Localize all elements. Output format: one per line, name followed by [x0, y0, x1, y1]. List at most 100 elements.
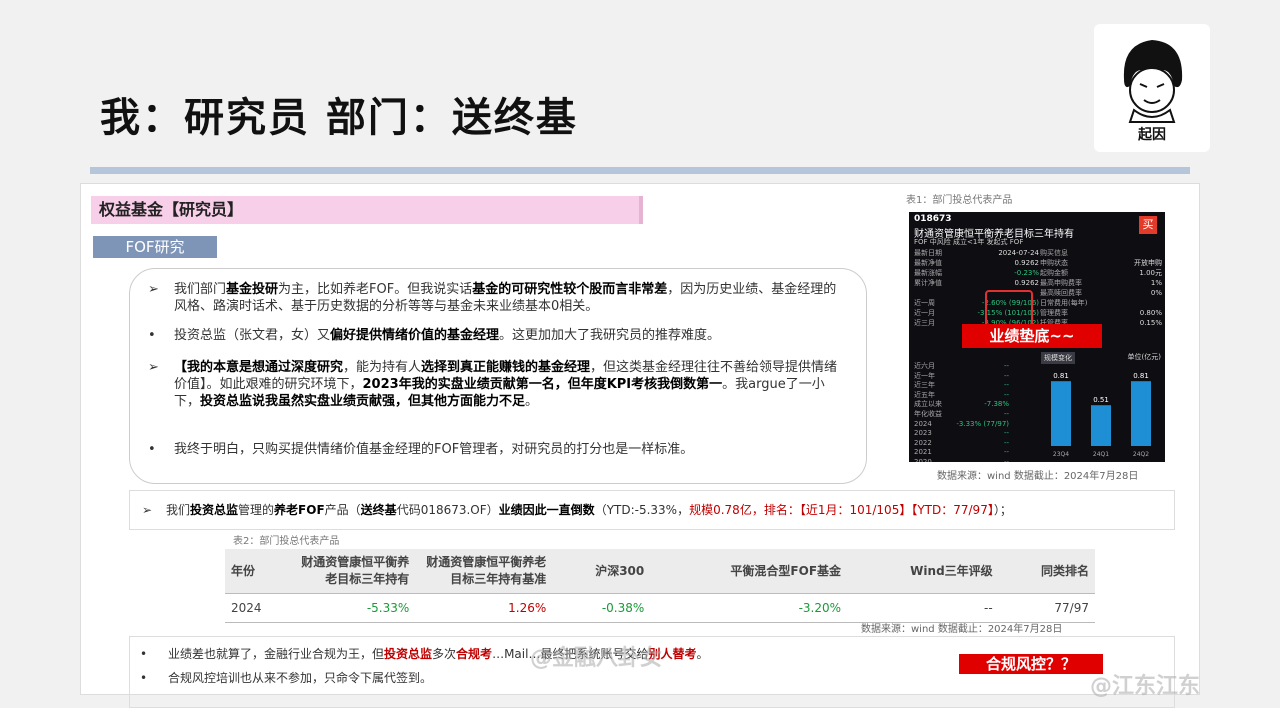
table-header: 年份 — [225, 549, 294, 594]
summary-bold: 投资总监 — [190, 503, 239, 517]
chart-category-label: 24Q2 — [1133, 451, 1149, 458]
stat-label: 近六月 — [914, 362, 935, 370]
stat-value: 2024-07-24 — [998, 249, 1039, 257]
arrow-icon: ➢ — [148, 282, 159, 297]
stat-value: -- — [1003, 371, 1009, 380]
stat-label: 最高赎回费率 — [1040, 289, 1082, 297]
bullet-item: ➢ 我们部门基金投研为主，比如养老FOF。但我说实话基金的可研究性较个股而言非常… — [148, 281, 848, 315]
stat-row: 申购状态 开放申购 — [1040, 258, 1162, 268]
table-header: Wind三年评级 — [847, 549, 999, 594]
summary-text: ）； — [993, 503, 1012, 517]
bottom-text: …Mail — [492, 647, 529, 661]
stat-row: 近六月 -- — [914, 362, 1009, 372]
table1-source: 数据来源：wind 数据截止：2024年7月28日 — [937, 471, 1139, 482]
stat-value: 0.15% — [1139, 319, 1162, 327]
stat-label: 2021 — [914, 448, 932, 457]
stat-row: 近三年 -- — [914, 381, 1009, 391]
dot-icon: • — [140, 647, 148, 661]
bottom-bold: 合规考 — [456, 647, 493, 661]
buy-button[interactable]: 买 — [1139, 216, 1157, 234]
stat-label: 2023 — [914, 429, 932, 438]
table-cell: -0.38% — [552, 593, 651, 623]
fund-code: 018673 — [914, 214, 952, 224]
stat-row: 最新净值 0.9262 — [914, 258, 1039, 268]
section-header: 权益基金【研究员】 — [91, 196, 643, 224]
summary-text: 产品（ — [324, 503, 361, 517]
bullet-bold: 【我的本意是想通过深度研究 — [174, 360, 344, 375]
bullet-text: 投资总监（张文君，女）又 — [174, 328, 331, 343]
stat-label: 最高申购费率 — [1040, 279, 1082, 287]
bottom-text: 。 — [696, 647, 709, 661]
fund-tags: FOF 中风险 成立<1年 发起式 FOF — [914, 238, 1024, 246]
table-header: 财通资管康恒平衡养老目标三年持有基准 — [415, 549, 553, 594]
stat-value: -- — [1003, 409, 1009, 418]
stat-value: -- — [1003, 438, 1009, 447]
chart-value-label: 0.81 — [1133, 372, 1149, 380]
summary-text: 管理的 — [238, 503, 275, 517]
bullet-bold: 2023年我的实盘业绩贡献第一名，但年度KPI考核我倒数第一 — [362, 377, 723, 392]
stat-label: 近一月 — [914, 309, 935, 317]
divider — [90, 167, 1190, 174]
summary-red: 【近1月：101/105】 — [799, 503, 912, 517]
stat-label: 累计净值 — [914, 279, 942, 287]
stat-row: 起购金额 1.00元 — [1040, 268, 1162, 278]
stat-label: 申购状态 — [1040, 259, 1068, 267]
stat-label: 购买信息 — [1040, 249, 1068, 257]
summary-red: 【YTD：77/97】 — [911, 503, 994, 517]
table-row: 2024 -5.33% 1.26% -0.38% -3.20% -- 77/97 — [225, 593, 1095, 623]
stat-row: 最新涨幅 -0.23% — [914, 268, 1039, 278]
summary-bold: 业绩因此一直倒数 — [498, 503, 595, 517]
table2-source: 数据来源：wind 数据截止：2024年7月28日 — [861, 624, 1063, 635]
chart-tab[interactable]: 规模变化 — [1041, 352, 1075, 364]
stat-value: 0.80% — [1139, 309, 1162, 317]
stat-label: 起购金额 — [1040, 269, 1068, 277]
watermark: @江东江东 — [1090, 674, 1201, 699]
bullet-bold: 投资总监说我虽然实盘业绩贡献强，但其他方面能力不足 — [200, 394, 526, 409]
chart-bar — [1091, 405, 1111, 446]
bottom-bold: 投资总监 — [384, 647, 433, 661]
stat-label: 近五年 — [914, 390, 935, 399]
compliance-label: 合规风控？？ — [959, 654, 1103, 674]
bullet-item: ➢ 【我的本意是想通过深度研究，能为持有人选择到真正能赚钱的基金经理，但这类基金… — [148, 359, 848, 410]
bullet-text: 我们部门 — [174, 282, 227, 297]
dot-icon: • — [148, 442, 156, 457]
chart-value-label: 0.51 — [1093, 396, 1109, 404]
stat-row: 2023 -- — [914, 429, 1009, 439]
stat-value: -7.38% — [984, 400, 1009, 409]
table-header: 同类排名 — [998, 549, 1095, 594]
slide-image: 权益基金【研究员】 FOF研究 ➢ 我们部门基金投研为主，比如养老FOF。但我说… — [80, 183, 1200, 708]
bullet-bold: 基金的可研究性较个股而言非常差 — [472, 282, 668, 297]
bullet-text: 。 — [525, 394, 539, 409]
arrow-icon: ➢ — [148, 360, 159, 375]
stat-value: 开放申购 — [1134, 259, 1162, 267]
table-cell: 1.26% — [415, 593, 553, 623]
chart-category-label: 23Q4 — [1053, 451, 1069, 458]
bullet-bold: 偏好提供情绪价值的基金经理 — [330, 328, 500, 343]
bottom-text: 业绩差也就算了，金融行业合规为王，但 — [168, 647, 385, 661]
stat-row: 近一年 -- — [914, 372, 1009, 382]
stat-label: 日常费用(每年) — [1040, 299, 1088, 307]
bullet-bold: 基金投研 — [226, 282, 279, 297]
dot-icon: • — [148, 328, 156, 343]
arrow-icon: ➢ — [142, 503, 153, 517]
table-cell: -3.20% — [650, 593, 848, 623]
table-cell: 2024 — [225, 593, 294, 623]
scale-chart: 0.81 23Q4 0.51 24Q1 0.81 24Q2 — [1051, 372, 1151, 458]
summary-bold: 送终基 — [360, 503, 397, 517]
stat-label: 近三年 — [914, 381, 935, 390]
bottom-bold: 替考 — [672, 647, 697, 661]
summary-bold: 养老FOF — [274, 503, 325, 517]
stat-row: 近五年 -- — [914, 391, 1009, 401]
bullet-panel: ➢ 我们部门基金投研为主，比如养老FOF。但我说实话基金的可研究性较个股而言非常… — [129, 268, 867, 484]
stat-value: -- — [1003, 457, 1009, 462]
table-header: 平衡混合型FOF基金 — [650, 549, 848, 594]
chart-value-label: 0.81 — [1053, 372, 1069, 380]
meme-caption: 起因 — [1138, 127, 1166, 143]
stat-value: -- — [1003, 362, 1009, 370]
stat-row: 购买信息 — [1040, 248, 1162, 258]
bullet-item: • 我终于明白，只购买提供情绪价值基金经理的FOF管理者，对研究员的打分也是一样… — [148, 441, 848, 458]
stat-label: 2020 — [914, 457, 932, 462]
stat-label: 最新日期 — [914, 249, 942, 257]
stat-row: 累计净值 0.9262 — [914, 278, 1039, 288]
stat-label: 近一周 — [914, 299, 935, 307]
